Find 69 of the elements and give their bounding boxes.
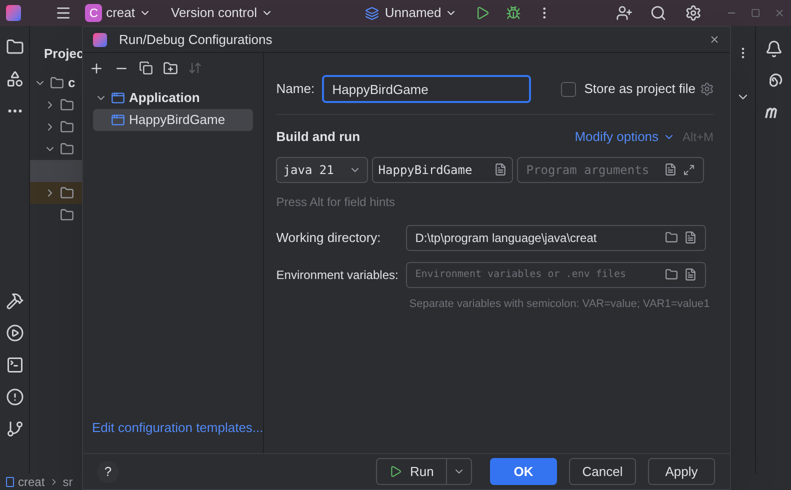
copy-icon[interactable] <box>139 61 153 75</box>
config-tree-item[interactable]: Application <box>93 87 254 109</box>
field-hint: Press Alt for field hints <box>276 194 396 210</box>
main-class-field[interactable]: HappyBirdGame <box>372 156 514 182</box>
run-split-button[interactable]: Run <box>376 458 472 485</box>
tree-row[interactable]: c <box>30 72 90 94</box>
breadcrumb-item[interactable]: creat <box>18 473 45 490</box>
run-icon <box>389 465 402 478</box>
close-icon[interactable] <box>709 34 720 45</box>
document-icon[interactable] <box>684 268 698 281</box>
add-user-icon[interactable] <box>616 4 632 22</box>
notifications-icon[interactable] <box>764 40 782 58</box>
app-logo-icon <box>93 32 107 46</box>
dialog-title: Run/Debug Configurations <box>119 30 272 49</box>
edit-templates-link[interactable]: Edit configuration templates... <box>83 418 264 437</box>
hammer-icon[interactable] <box>6 292 24 310</box>
folder-icon <box>60 98 74 112</box>
tree-label: c <box>68 74 76 92</box>
document-icon[interactable] <box>494 163 508 176</box>
terminal-icon[interactable] <box>6 356 24 374</box>
run-icon[interactable] <box>6 324 24 342</box>
expand-icon[interactable] <box>683 164 696 176</box>
environment-variables-label: Environment variables: <box>276 266 400 284</box>
module-icon <box>6 477 14 487</box>
project-selector[interactable]: creat <box>106 3 151 23</box>
config-tree-item[interactable]: HappyBirdGame <box>93 109 254 131</box>
app-logo-icon <box>6 5 21 21</box>
git-icon[interactable] <box>6 420 24 438</box>
document-icon[interactable] <box>664 163 678 176</box>
checkbox-label: Store as project file <box>584 80 696 98</box>
ok-button[interactable]: OK <box>490 458 557 485</box>
name-label: Name: <box>276 80 316 98</box>
section-title: Build and run <box>276 128 360 146</box>
application-icon <box>111 91 125 105</box>
folder-icon <box>60 142 74 156</box>
jdk-select[interactable]: java 21 <box>276 156 368 182</box>
store-checkbox[interactable] <box>561 82 576 96</box>
project-badge: C <box>85 4 102 22</box>
new-folder-icon[interactable] <box>163 60 178 76</box>
structure-icon[interactable] <box>6 70 24 88</box>
search-icon[interactable] <box>650 4 667 22</box>
working-directory-field[interactable]: D:\tp\program language\java\creat <box>406 224 706 250</box>
environment-hint: Separate variables with semicolon: VAR=value; VAR1=value1 <box>409 296 711 312</box>
problems-icon[interactable] <box>6 388 24 406</box>
folder-icon[interactable] <box>6 38 24 56</box>
maximize-icon[interactable] <box>750 8 760 18</box>
working-directory-label: Working directory: <box>276 228 382 247</box>
vcs-selector[interactable]: Version control <box>170 3 273 23</box>
config-icon <box>364 6 379 20</box>
close-icon[interactable] <box>774 7 785 19</box>
help-button[interactable]: ? <box>97 460 119 482</box>
modify-options-link[interactable]: Modify options <box>574 127 675 146</box>
folder-icon <box>60 186 74 200</box>
folder-icon[interactable] <box>665 268 678 281</box>
run-config-selector[interactable]: Unnamed <box>384 3 458 23</box>
name-input[interactable]: HappyBirdGame <box>322 75 532 103</box>
document-icon[interactable] <box>684 231 698 244</box>
folder-icon <box>50 76 64 90</box>
run-icon[interactable] <box>475 5 490 21</box>
add-icon[interactable] <box>89 60 104 76</box>
panel-title: Projec <box>43 45 85 63</box>
application-icon <box>111 113 125 127</box>
folder-icon <box>60 120 74 134</box>
dialog-button[interactable]: Cancel <box>569 458 636 485</box>
dialog-button[interactable]: Apply <box>648 458 715 485</box>
debug-icon[interactable] <box>506 5 521 21</box>
folder-icon <box>60 208 74 222</box>
breadcrumb-item[interactable]: sr <box>62 473 73 490</box>
folder-icon[interactable] <box>665 231 678 244</box>
